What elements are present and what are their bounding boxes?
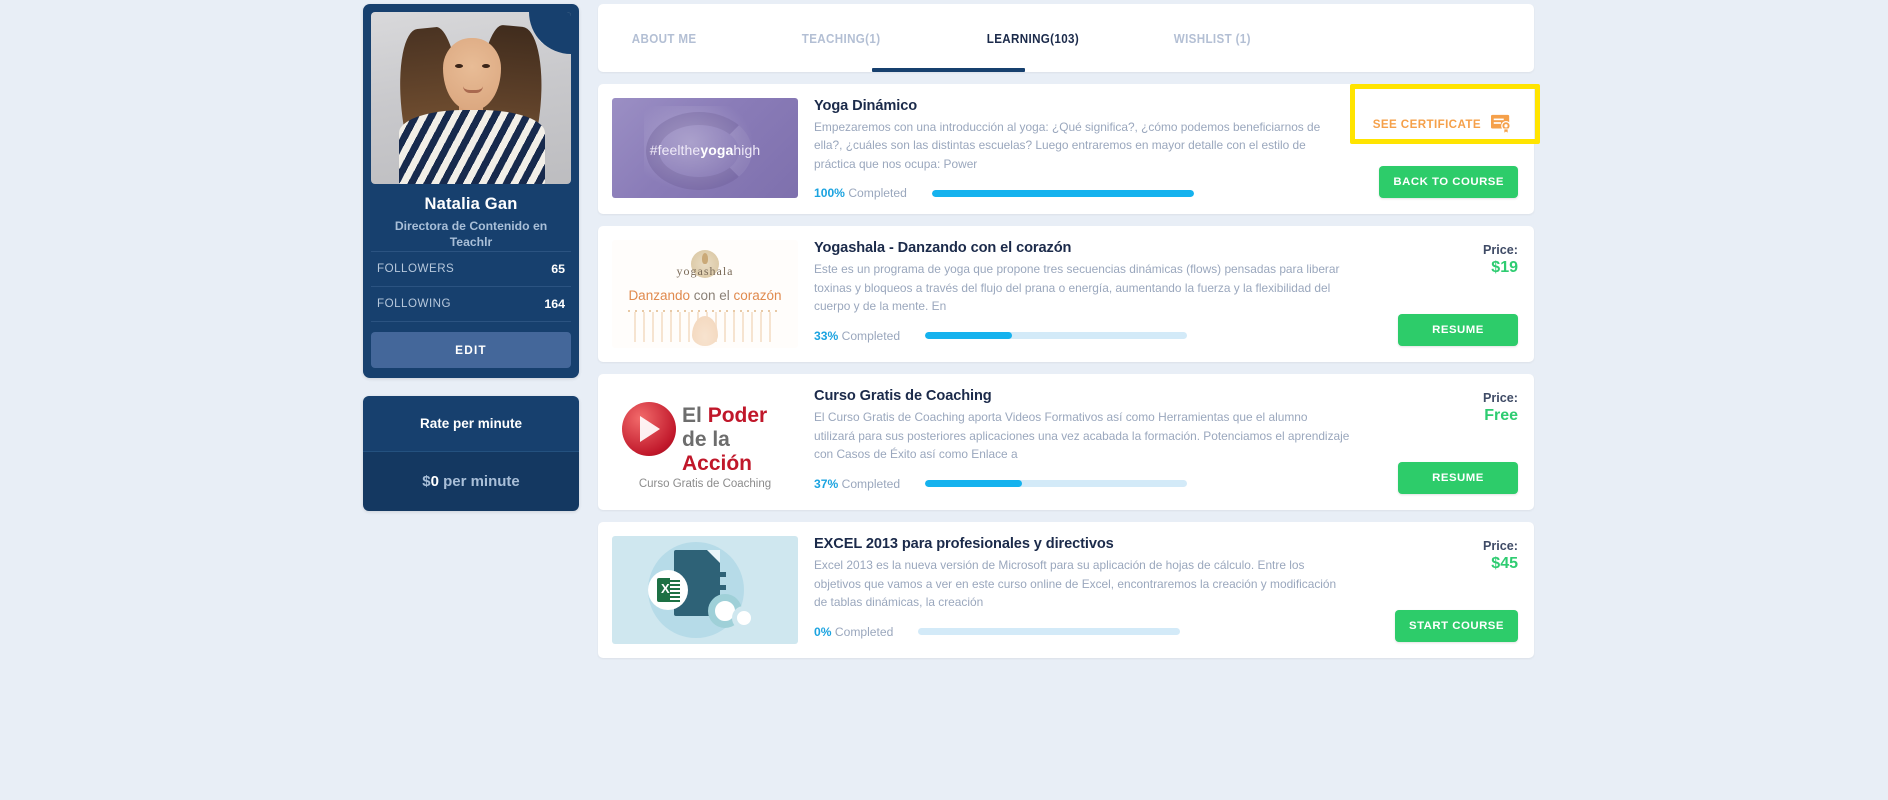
profile-learning-page: Natalia Gan Directora de Contenido en Te… <box>0 0 1888 800</box>
course-description: Empezaremos con una introducción al yoga… <box>814 120 1321 171</box>
course-description: Este es un programa de yoga que propone … <box>814 262 1340 314</box>
tab-teaching[interactable]: TEACHING(1) <box>800 31 882 46</box>
thumb-subtitle: Danzando con el corazón <box>628 288 782 304</box>
course-progress-percent: 100% <box>814 186 845 201</box>
course-body: Yogashala - Danzando con el corazón Este… <box>798 240 1358 348</box>
certificate-icon <box>1490 114 1512 134</box>
course-actions: Price: $45 START COURSE <box>1358 536 1518 644</box>
course-progress-percent: 33% <box>814 328 839 343</box>
profile-tabs: ABOUT ME TEACHING(1) LEARNING(103) WISHL… <box>598 4 1534 72</box>
course-title[interactable]: Yogashala - Danzando con el corazón <box>814 240 1350 256</box>
course-card[interactable]: EXCEL 2013 para profesionales y directiv… <box>598 522 1534 659</box>
price-value: $45 <box>1491 555 1518 573</box>
progress-bar <box>925 332 1188 340</box>
course-card[interactable]: El Poder de la Acción Curso Gratis de Co… <box>598 374 1534 511</box>
course-progress-percent: 37% <box>814 476 839 491</box>
profile-title: Directora de Contenido en Teachlr <box>394 219 548 250</box>
course-description: Excel 2013 es la nueva versión de Micros… <box>814 558 1337 610</box>
stat-followers-label: FOLLOWERS <box>377 262 455 276</box>
course-thumbnail <box>612 536 798 645</box>
course-card[interactable]: yogashala Danzando con el corazón Yogash… <box>598 226 1534 363</box>
rate-amount-row: $0 per minute <box>363 450 579 511</box>
rate-unit: per minute <box>438 472 520 490</box>
course-body: EXCEL 2013 para profesionales y directiv… <box>798 536 1358 644</box>
thumb-line-2: de la Acción <box>682 428 753 476</box>
stat-followers-value: 65 <box>551 261 565 276</box>
course-description: El Curso Gratis de Coaching aporta Video… <box>814 410 1350 462</box>
thumb-caption: #feeltheyogahigh <box>649 142 761 158</box>
stat-following-value: 164 <box>544 296 565 311</box>
thumb-line-1: El Poder <box>682 404 768 428</box>
course-progress: 37% Completed <box>814 477 1350 491</box>
course-body: Curso Gratis de Coaching El Curso Gratis… <box>798 388 1358 496</box>
tab-wishlist[interactable]: WISHLIST (1) <box>1172 31 1253 46</box>
course-progress-text: 37% Completed <box>814 477 900 491</box>
course-progress-label: Completed <box>834 624 894 639</box>
course-actions: SEE CERTIFICATE BACK TO COURSE <box>1350 84 1540 200</box>
course-progress: 100% Completed <box>814 186 1350 200</box>
profile-card: Natalia Gan Directora de Contenido en Te… <box>363 4 579 378</box>
course-thumbnail: yogashala Danzando con el corazón <box>612 240 798 349</box>
progress-bar <box>931 189 1194 197</box>
edit-profile-button[interactable]: EDIT <box>371 331 571 368</box>
course-progress-text: 33% Completed <box>814 329 900 343</box>
course-progress-label: Completed <box>841 476 901 491</box>
course-title[interactable]: Curso Gratis de Coaching <box>814 388 1350 404</box>
progress-bar <box>918 628 1181 636</box>
course-title[interactable]: EXCEL 2013 para profesionales y directiv… <box>814 536 1350 552</box>
rate-per-minute-card: Rate per minute $0 per minute <box>363 395 579 511</box>
tab-active-underline <box>872 68 1025 72</box>
progress-bar <box>925 480 1188 488</box>
tab-learning[interactable]: LEARNING(103) <box>985 31 1081 46</box>
rate-currency: $ <box>422 472 431 490</box>
stat-following: FOLLOWING 164 <box>371 285 571 321</box>
rate-amount: 0 <box>430 472 439 490</box>
course-progress-label: Completed <box>841 328 901 343</box>
course-card[interactable]: #feeltheyogahigh Yoga Dinámico Empezarem… <box>598 84 1540 215</box>
stat-following-label: FOLLOWING <box>377 297 452 311</box>
start-course-button[interactable]: START COURSE <box>1394 610 1518 643</box>
course-progress-label: Completed <box>848 186 907 201</box>
course-actions: Price: $19 RESUME <box>1358 240 1518 348</box>
price-label: Price: <box>1482 539 1518 554</box>
profile-sidebar: Natalia Gan Directora de Contenido en Te… <box>363 4 579 511</box>
course-progress-percent: 0% <box>814 624 832 639</box>
tab-about-me[interactable]: ABOUT ME <box>630 31 698 46</box>
course-body: Yoga Dinámico Empezaremos con una introd… <box>798 98 1358 200</box>
course-progress: 0% Completed <box>814 625 1350 639</box>
resume-button[interactable]: RESUME <box>1398 314 1518 347</box>
see-certificate-label: SEE CERTIFICATE <box>1372 117 1481 131</box>
course-actions: Price: Free RESUME <box>1358 388 1518 496</box>
price-value: $19 <box>1491 259 1518 277</box>
rate-heading: Rate per minute <box>363 395 579 451</box>
thumb-caption: Curso Gratis de Coaching <box>638 478 772 491</box>
thumb-brand: yogashala <box>676 264 734 279</box>
profile-name: Natalia Gan <box>424 195 518 213</box>
price-label: Price: <box>1482 391 1518 406</box>
course-thumbnail: El Poder de la Acción Curso Gratis de Co… <box>612 388 798 497</box>
resume-button[interactable]: RESUME <box>1398 462 1518 495</box>
avatar <box>371 12 571 184</box>
course-title[interactable]: Yoga Dinámico <box>814 98 1350 114</box>
price-value: Free <box>1484 407 1518 425</box>
see-certificate-button[interactable]: SEE CERTIFICATE <box>1369 108 1516 140</box>
price-label: Price: <box>1482 243 1518 258</box>
course-progress-text: 100% Completed <box>814 186 907 200</box>
main-content: ABOUT ME TEACHING(1) LEARNING(103) WISHL… <box>598 4 1540 659</box>
back-to-course-button[interactable]: BACK TO COURSE <box>1379 166 1518 199</box>
course-thumbnail: #feeltheyogahigh <box>612 98 798 198</box>
course-progress: 33% Completed <box>814 329 1350 343</box>
course-progress-text: 0% Completed <box>814 625 893 639</box>
stat-followers: FOLLOWERS 65 <box>371 250 571 286</box>
